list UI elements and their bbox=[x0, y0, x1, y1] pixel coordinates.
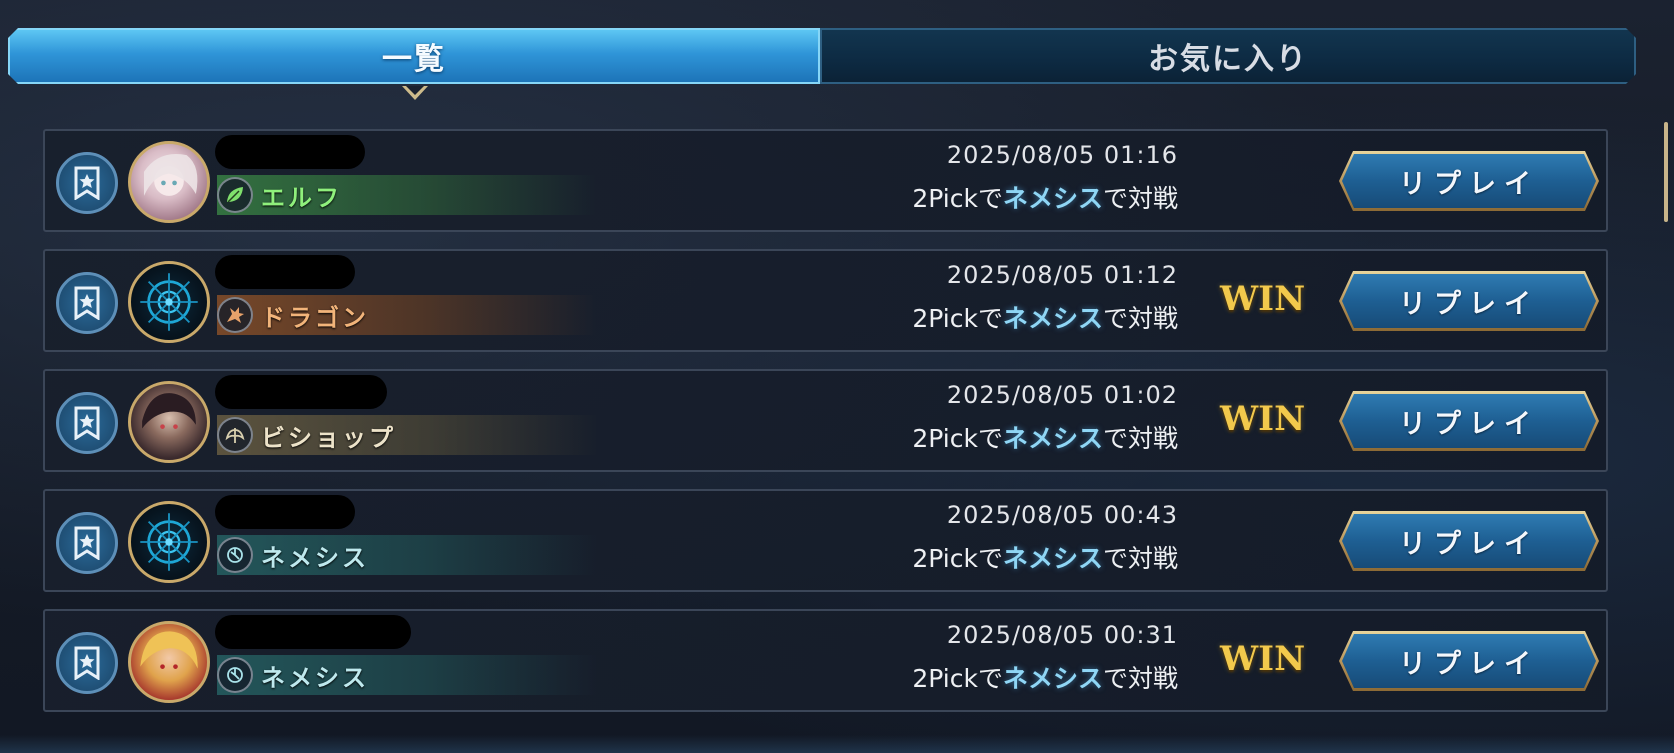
deck-class: ネメシス bbox=[1002, 544, 1103, 573]
opponent-class: ビショップ bbox=[217, 415, 597, 455]
match-suffix: で対戦 bbox=[1102, 424, 1178, 453]
tab-list[interactable]: 一覧 bbox=[8, 28, 820, 84]
favorite-bookmark-button[interactable] bbox=[56, 512, 118, 574]
match-date: 2025/08/05 01:02 bbox=[946, 381, 1178, 409]
class-name-label: エルフ bbox=[261, 183, 342, 212]
favorite-bookmark-button[interactable] bbox=[56, 152, 118, 214]
replay-button[interactable]: リプレイ bbox=[1339, 151, 1599, 211]
bookmark-star-icon bbox=[74, 406, 100, 440]
gear-spiral-icon bbox=[217, 537, 253, 573]
class-name-label: ネメシス bbox=[261, 663, 369, 692]
tab-bar: 一覧 お気に入り bbox=[8, 28, 1636, 84]
leaf-icon bbox=[217, 177, 253, 213]
match-suffix: で対戦 bbox=[1102, 184, 1178, 213]
match-particle: で bbox=[977, 664, 1003, 693]
wings-icon bbox=[217, 417, 253, 453]
favorite-bookmark-button[interactable] bbox=[56, 392, 118, 454]
favorite-bookmark-button[interactable] bbox=[56, 632, 118, 694]
replay-button-label: リプレイ bbox=[1342, 634, 1596, 688]
opponent-avatar bbox=[128, 381, 210, 463]
bookmark-star-icon bbox=[74, 286, 100, 320]
match-description: 2Pick でネメシス で対戦 bbox=[912, 179, 1178, 215]
class-name-label: ドラゴン bbox=[261, 303, 369, 332]
match-particle: で bbox=[977, 544, 1003, 573]
opponent-class: エルフ bbox=[217, 175, 597, 215]
opponent-avatar bbox=[128, 261, 210, 343]
opponent-avatar bbox=[128, 621, 210, 703]
opponent-name-redacted bbox=[215, 495, 355, 529]
class-name-label: ビショップ bbox=[261, 423, 396, 452]
opponent-avatar bbox=[128, 141, 210, 223]
replay-button-label: リプレイ bbox=[1342, 514, 1596, 568]
replay-row: ビショップ 2025/08/05 01:02 2Pick でネメシス で対戦 WIN… bbox=[43, 369, 1608, 472]
opponent-class: ネメシス bbox=[217, 535, 597, 575]
match-suffix: で対戦 bbox=[1102, 304, 1178, 333]
opponent-class: ドラゴン bbox=[217, 295, 597, 335]
match-description: 2Pick でネメシス で対戦 bbox=[912, 419, 1178, 455]
deck-class: ネメシス bbox=[1002, 424, 1103, 453]
match-result: WIN bbox=[1220, 639, 1306, 679]
match-particle: で bbox=[977, 304, 1003, 333]
deck-class: ネメシス bbox=[1002, 184, 1103, 213]
replay-row: ネメシス 2025/08/05 00:31 2Pick でネメシス で対戦 WIN … bbox=[43, 609, 1608, 712]
match-particle: で bbox=[977, 424, 1003, 453]
replay-button[interactable]: リプレイ bbox=[1339, 391, 1599, 451]
opponent-class: ネメシス bbox=[217, 655, 597, 695]
match-mode: 2Pick bbox=[912, 424, 978, 453]
favorite-bookmark-button[interactable] bbox=[56, 272, 118, 334]
replay-button-label: リプレイ bbox=[1342, 394, 1596, 448]
class-name-label: ネメシス bbox=[261, 543, 369, 572]
replay-button[interactable]: リプレイ bbox=[1339, 631, 1599, 691]
replay-button-label: リプレイ bbox=[1342, 274, 1596, 328]
match-suffix: で対戦 bbox=[1102, 664, 1178, 693]
bookmark-star-icon bbox=[74, 526, 100, 560]
replay-row: ネメシス 2025/08/05 00:43 2Pick でネメシス で対戦 リプレイ bbox=[43, 489, 1608, 592]
replay-button[interactable]: リプレイ bbox=[1339, 271, 1599, 331]
replay-row: エルフ 2025/08/05 01:16 2Pick でネメシス で対戦 リプレイ bbox=[43, 129, 1608, 232]
match-date: 2025/08/05 00:31 bbox=[946, 621, 1178, 649]
replay-row: ドラゴン 2025/08/05 01:12 2Pick でネメシス で対戦 WIN … bbox=[43, 249, 1608, 352]
list-scrollbar[interactable] bbox=[1664, 122, 1668, 222]
match-result: WIN bbox=[1220, 279, 1306, 319]
match-mode: 2Pick bbox=[912, 664, 978, 693]
replay-button[interactable]: リプレイ bbox=[1339, 511, 1599, 571]
opponent-avatar bbox=[128, 501, 210, 583]
match-description: 2Pick でネメシス で対戦 bbox=[912, 659, 1178, 695]
match-particle: で bbox=[977, 184, 1003, 213]
match-result: WIN bbox=[1220, 399, 1306, 439]
match-date: 2025/08/05 00:43 bbox=[946, 501, 1178, 529]
deck-class: ネメシス bbox=[1002, 664, 1103, 693]
match-suffix: で対戦 bbox=[1102, 544, 1178, 573]
opponent-name-redacted bbox=[215, 255, 355, 289]
opponent-name-redacted bbox=[215, 375, 387, 409]
opponent-name-redacted bbox=[215, 135, 365, 169]
match-date: 2025/08/05 01:16 bbox=[946, 141, 1178, 169]
replay-list: エルフ 2025/08/05 01:16 2Pick でネメシス で対戦 リプレイ … bbox=[43, 129, 1608, 729]
gear-spiral-icon bbox=[217, 657, 253, 693]
match-mode: 2Pick bbox=[912, 304, 978, 333]
bookmark-star-icon bbox=[74, 646, 100, 680]
match-description: 2Pick でネメシス で対戦 bbox=[912, 299, 1178, 335]
tab-favorites[interactable]: お気に入り bbox=[820, 28, 1636, 84]
opponent-name-redacted bbox=[215, 615, 411, 649]
replay-button-label: リプレイ bbox=[1342, 154, 1596, 208]
match-description: 2Pick でネメシス で対戦 bbox=[912, 539, 1178, 575]
deck-class: ネメシス bbox=[1002, 304, 1103, 333]
match-mode: 2Pick bbox=[912, 184, 978, 213]
match-date: 2025/08/05 01:12 bbox=[946, 261, 1178, 289]
bookmark-star-icon bbox=[74, 166, 100, 200]
match-mode: 2Pick bbox=[912, 544, 978, 573]
dragon-icon bbox=[217, 297, 253, 333]
bottom-edge bbox=[0, 735, 1674, 753]
